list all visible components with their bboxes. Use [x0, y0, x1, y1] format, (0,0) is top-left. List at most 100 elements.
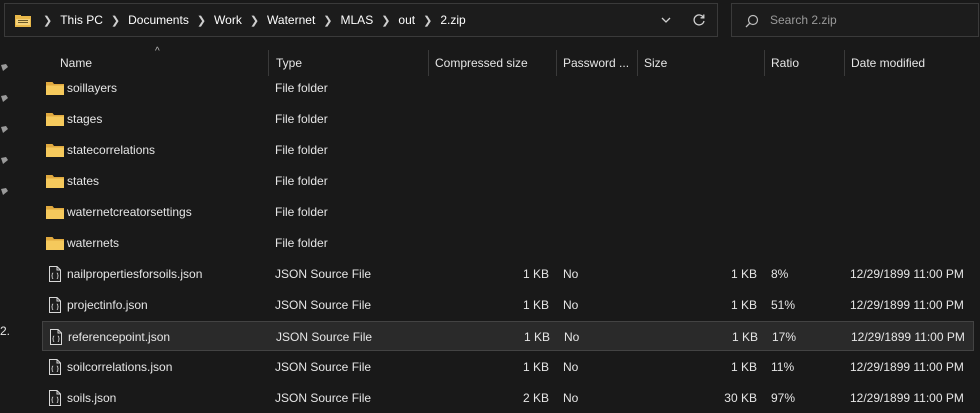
file-row[interactable]: soillayers File folder	[42, 73, 974, 103]
chevron-right-icon[interactable]: ❯	[323, 14, 332, 27]
file-type: JSON Source File	[275, 298, 372, 312]
file-name[interactable]: soilcorrelations.json	[67, 352, 172, 382]
zip-folder-icon	[15, 15, 31, 27]
folder-icon	[46, 144, 64, 157]
file-compressed-size: 1 KB	[523, 330, 550, 344]
file-compressed-size: 1 KB	[522, 298, 549, 312]
chevron-right-icon[interactable]: ❯	[381, 14, 390, 27]
file-row[interactable]: referencepoint.json JSON Source File 1 KB N…	[42, 321, 974, 351]
breadcrumb-work[interactable]: Work	[214, 13, 242, 27]
folder-icon	[46, 237, 64, 250]
file-name[interactable]: nailpropertiesforsoils.json	[67, 259, 202, 289]
file-name[interactable]: states	[67, 166, 99, 196]
file-password: No	[563, 360, 579, 374]
file-password: No	[563, 298, 579, 312]
chevron-right-icon[interactable]: ❯	[197, 14, 206, 27]
file-compressed-size: 1 KB	[522, 360, 549, 374]
chevron-right-icon[interactable]: ❯	[423, 14, 432, 27]
breadcrumb-this-pc[interactable]: This PC	[60, 13, 103, 27]
file-type: JSON Source File	[275, 360, 372, 374]
file-compressed-size: 1 KB	[522, 267, 549, 281]
file-compressed-size: 2 KB	[522, 391, 549, 405]
file-row[interactable]: projectinfo.json JSON Source File 1 KB No 1 …	[42, 290, 974, 320]
json-file-icon	[49, 359, 61, 375]
file-type: JSON Source File	[276, 330, 373, 344]
file-size	[644, 135, 757, 165]
navigation-pane[interactable]: 2.	[0, 40, 18, 411]
file-name[interactable]: referencepoint.json	[68, 322, 170, 352]
file-row[interactable]: soilcorrelations.json JSON Source File 1 K…	[42, 352, 974, 382]
folder-icon	[46, 113, 64, 126]
chevron-down-icon[interactable]	[659, 13, 673, 27]
file-password: No	[563, 391, 579, 405]
file-compressed-size	[435, 228, 549, 258]
file-size	[644, 104, 757, 134]
file-type: File folder	[275, 205, 328, 219]
file-type: File folder	[275, 174, 328, 188]
file-row[interactable]: soils.json JSON Source File 2 KB No 30 KB 97%…	[42, 383, 974, 413]
search-input[interactable]	[770, 12, 970, 28]
file-row[interactable]: states File folder	[42, 166, 974, 196]
refresh-icon[interactable]	[691, 12, 707, 28]
nav-item-label[interactable]: 2.	[0, 324, 10, 338]
file-name[interactable]: stages	[67, 104, 102, 134]
pin-icon	[1, 157, 8, 164]
file-name[interactable]: soillayers	[67, 73, 117, 103]
folder-icon	[46, 82, 64, 95]
file-compressed-size	[435, 104, 549, 134]
file-password: No	[564, 330, 580, 344]
search-icon	[745, 14, 759, 28]
file-size	[644, 73, 757, 103]
breadcrumb-mlas[interactable]: MLAS	[341, 13, 374, 27]
file-type: File folder	[275, 81, 328, 95]
sort-ascending-icon: ^	[155, 46, 160, 57]
chevron-right-icon: ❯	[43, 14, 53, 27]
json-file-icon	[49, 266, 61, 282]
folder-icon	[46, 175, 64, 188]
file-ratio: 11%	[771, 360, 795, 374]
pin-icon	[1, 95, 8, 102]
breadcrumb-2zip[interactable]: 2.zip	[440, 13, 465, 27]
file-row[interactable]: statecorrelations File folder	[42, 135, 974, 165]
file-size: 1 KB	[730, 298, 757, 312]
breadcrumb-waternet[interactable]: Waternet	[267, 13, 315, 27]
file-compressed-size	[435, 135, 549, 165]
file-type: File folder	[275, 143, 328, 157]
file-name[interactable]: waternets	[67, 228, 119, 258]
pin-icon	[1, 188, 8, 195]
file-type: File folder	[275, 236, 328, 250]
breadcrumb-out[interactable]: out	[398, 13, 415, 27]
file-type: JSON Source File	[275, 267, 372, 281]
file-row[interactable]: nailpropertiesforsoils.json JSON Source F…	[42, 259, 974, 289]
file-name[interactable]: statecorrelations	[67, 135, 155, 165]
file-type: JSON Source File	[275, 391, 372, 405]
file-size: 1 KB	[730, 267, 757, 281]
file-name[interactable]: waternetcreatorsettings	[67, 197, 192, 227]
chevron-right-icon[interactable]: ❯	[250, 14, 259, 27]
json-file-icon	[50, 329, 62, 345]
file-size	[644, 228, 757, 258]
file-row[interactable]: stages File folder	[42, 104, 974, 134]
file-date-modified: 12/29/1899 11:00 PM	[850, 267, 964, 281]
file-type: File folder	[275, 112, 328, 126]
file-ratio: 51%	[771, 298, 796, 312]
chevron-right-icon[interactable]: ❯	[111, 14, 120, 27]
file-name[interactable]: soils.json	[67, 383, 116, 413]
file-size	[644, 166, 757, 196]
file-ratio: 17%	[772, 330, 797, 344]
breadcrumb: ❯ This PC ❯ Documents ❯ Work ❯ Waternet …	[35, 4, 466, 36]
file-name[interactable]: projectinfo.json	[67, 290, 148, 320]
file-size: 30 KB	[724, 391, 757, 405]
json-file-icon	[49, 390, 61, 406]
file-ratio: 97%	[771, 391, 796, 405]
file-row[interactable]: waternetcreatorsettings File folder	[42, 197, 974, 227]
file-size	[644, 197, 757, 227]
file-row[interactable]: waternets File folder	[42, 228, 974, 258]
search-box[interactable]	[731, 3, 979, 37]
pin-icon	[1, 126, 8, 133]
address-bar[interactable]: ❯ This PC ❯ Documents ❯ Work ❯ Waternet …	[4, 3, 718, 37]
folder-icon	[46, 206, 64, 219]
file-size: 1 KB	[730, 360, 757, 374]
file-compressed-size	[435, 197, 549, 227]
breadcrumb-documents[interactable]: Documents	[128, 13, 189, 27]
